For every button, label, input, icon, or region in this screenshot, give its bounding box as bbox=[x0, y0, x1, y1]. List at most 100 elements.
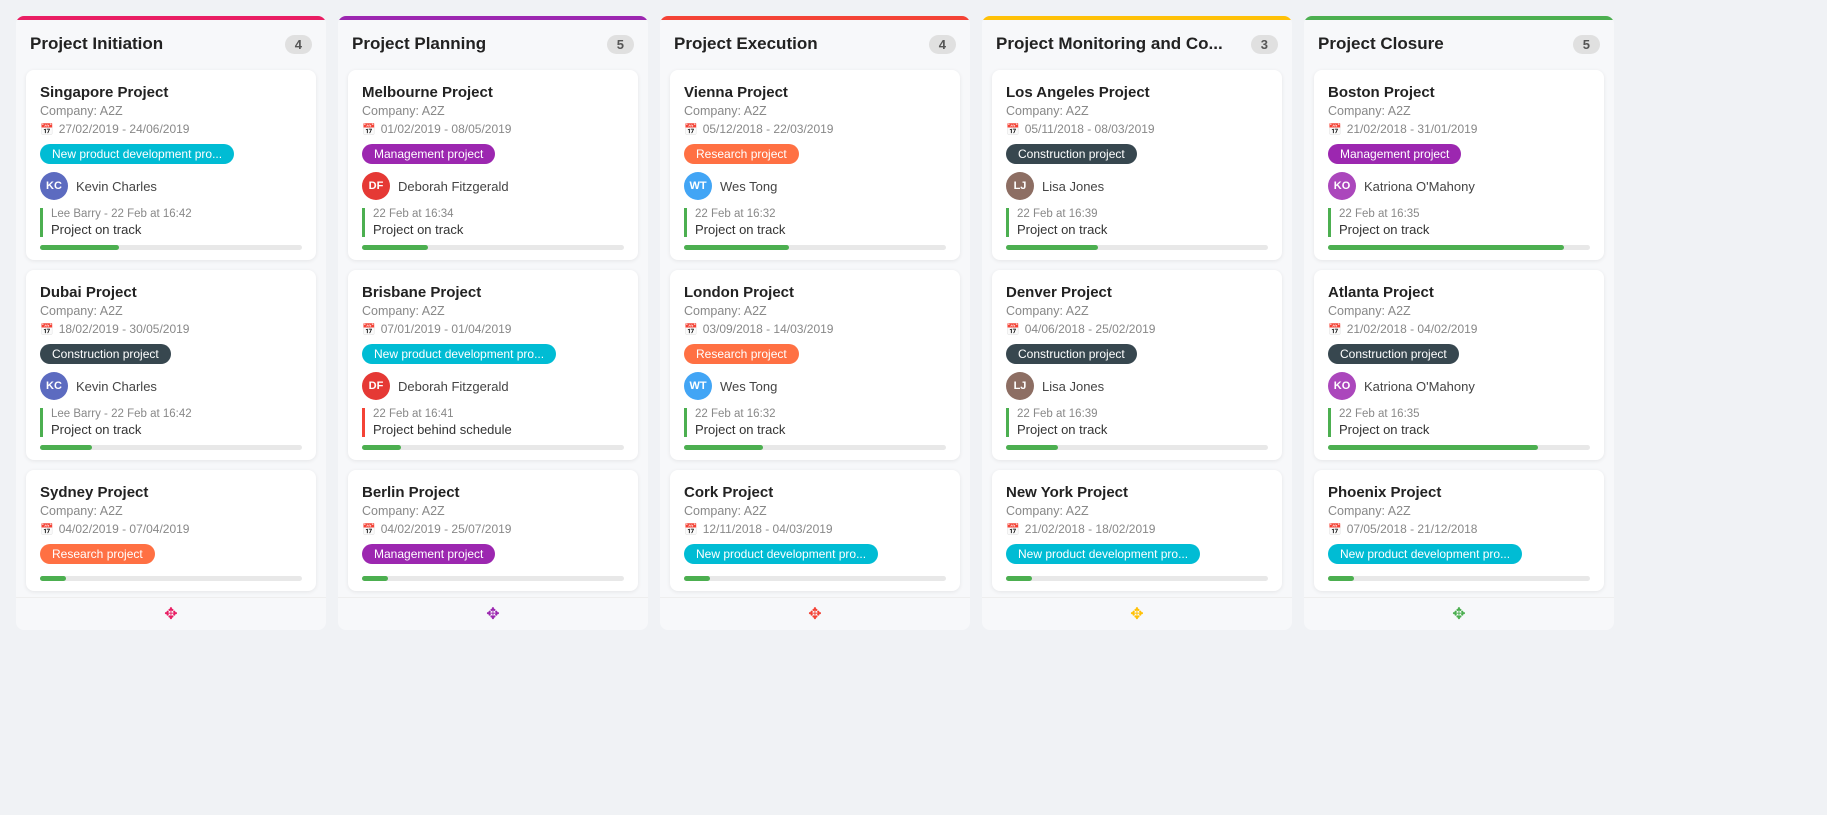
progress-bar-bg bbox=[1006, 576, 1268, 581]
comment-meta: 22 Feb at 16:39 bbox=[1017, 208, 1268, 220]
card-tag: New product development pro... bbox=[1006, 544, 1200, 564]
progress-bar-fill bbox=[362, 576, 388, 581]
calendar-icon: 📅 bbox=[684, 123, 698, 136]
move-icon[interactable]: ✥ bbox=[164, 604, 177, 624]
card[interactable]: Boston ProjectCompany: A2Z📅21/02/2018 - … bbox=[1314, 70, 1604, 260]
card-dates-text: 07/05/2018 - 21/12/2018 bbox=[1347, 522, 1478, 536]
assignee-name: Wes Tong bbox=[720, 379, 777, 394]
card[interactable]: Melbourne ProjectCompany: A2Z📅01/02/2019… bbox=[348, 70, 638, 260]
column-header: Project Planning5 bbox=[338, 20, 648, 64]
comment-meta: 22 Feb at 16:41 bbox=[373, 408, 624, 420]
card-dates-text: 27/02/2019 - 24/06/2019 bbox=[59, 122, 190, 136]
assignee-name: Deborah Fitzgerald bbox=[398, 379, 509, 394]
card[interactable]: Atlanta ProjectCompany: A2Z📅21/02/2018 -… bbox=[1314, 270, 1604, 460]
comment-text: Project on track bbox=[1017, 222, 1268, 237]
card-tag: Research project bbox=[684, 344, 799, 364]
card-tag: New product development pro... bbox=[1328, 544, 1522, 564]
card-dates: 📅21/02/2018 - 04/02/2019 bbox=[1328, 322, 1590, 336]
column-title: Project Closure bbox=[1318, 34, 1444, 54]
card-company: Company: A2Z bbox=[684, 104, 946, 118]
card-company: Company: A2Z bbox=[684, 304, 946, 318]
progress-bar-fill bbox=[1006, 445, 1058, 450]
card-dates: 📅01/02/2019 - 08/05/2019 bbox=[362, 122, 624, 136]
comment-text: Project on track bbox=[1339, 222, 1590, 237]
card-dates-text: 21/02/2018 - 31/01/2019 bbox=[1347, 122, 1478, 136]
calendar-icon: 📅 bbox=[1006, 323, 1020, 336]
column-closure: Project Closure5Boston ProjectCompany: A… bbox=[1304, 16, 1614, 630]
column-initiation: Project Initiation4Singapore ProjectComp… bbox=[16, 16, 326, 630]
column-footer: ✥ bbox=[982, 597, 1292, 630]
column-title: Project Monitoring and Co... bbox=[996, 34, 1223, 54]
assignee-row: DF Deborah Fitzgerald bbox=[362, 372, 624, 400]
card[interactable]: Berlin ProjectCompany: A2Z📅04/02/2019 - … bbox=[348, 470, 638, 591]
avatar: LJ bbox=[1006, 372, 1034, 400]
comment-meta: Lee Barry - 22 Feb at 16:42 bbox=[51, 208, 302, 220]
progress-bar-bg bbox=[1328, 245, 1590, 250]
move-icon[interactable]: ✥ bbox=[808, 604, 821, 624]
move-icon[interactable]: ✥ bbox=[1452, 604, 1465, 624]
cards-container[interactable]: Boston ProjectCompany: A2Z📅21/02/2018 - … bbox=[1304, 64, 1614, 597]
card[interactable]: Phoenix ProjectCompany: A2Z📅07/05/2018 -… bbox=[1314, 470, 1604, 591]
card[interactable]: Vienna ProjectCompany: A2Z📅05/12/2018 - … bbox=[670, 70, 960, 260]
card[interactable]: Brisbane ProjectCompany: A2Z📅07/01/2019 … bbox=[348, 270, 638, 460]
card[interactable]: Los Angeles ProjectCompany: A2Z📅05/11/20… bbox=[992, 70, 1282, 260]
comment-text: Project on track bbox=[1017, 422, 1268, 437]
card-dates: 📅27/02/2019 - 24/06/2019 bbox=[40, 122, 302, 136]
card-dates-text: 07/01/2019 - 01/04/2019 bbox=[381, 322, 512, 336]
comment-text: Project on track bbox=[51, 222, 302, 237]
assignee-name: Lisa Jones bbox=[1042, 179, 1104, 194]
column-count: 4 bbox=[285, 35, 312, 54]
comment-meta: 22 Feb at 16:32 bbox=[695, 408, 946, 420]
card-dates: 📅03/09/2018 - 14/03/2019 bbox=[684, 322, 946, 336]
progress-bar-fill bbox=[1328, 445, 1538, 450]
progress-bar-bg bbox=[40, 245, 302, 250]
card-company: Company: A2Z bbox=[40, 104, 302, 118]
card[interactable]: Singapore ProjectCompany: A2Z📅27/02/2019… bbox=[26, 70, 316, 260]
move-icon[interactable]: ✥ bbox=[486, 604, 499, 624]
progress-bar-fill bbox=[362, 445, 401, 450]
assignee-row: WTWes Tong bbox=[684, 372, 946, 400]
comment-text: Project on track bbox=[1339, 422, 1590, 437]
card-company: Company: A2Z bbox=[1006, 504, 1268, 518]
card-company: Company: A2Z bbox=[362, 504, 624, 518]
card-title: Sydney Project bbox=[40, 484, 302, 501]
card-company: Company: A2Z bbox=[1328, 104, 1590, 118]
progress-bar-fill bbox=[684, 576, 710, 581]
card[interactable]: London ProjectCompany: A2Z📅03/09/2018 - … bbox=[670, 270, 960, 460]
calendar-icon: 📅 bbox=[684, 323, 698, 336]
cards-container[interactable]: Singapore ProjectCompany: A2Z📅27/02/2019… bbox=[16, 64, 326, 597]
comment-section: 22 Feb at 16:35Project on track bbox=[1328, 208, 1590, 237]
comment-section: Lee Barry - 22 Feb at 16:42Project on tr… bbox=[40, 408, 302, 437]
avatar: DF bbox=[362, 372, 390, 400]
calendar-icon: 📅 bbox=[1006, 523, 1020, 536]
assignee-name: Wes Tong bbox=[720, 179, 777, 194]
assignee-row: DF Deborah Fitzgerald bbox=[362, 172, 624, 200]
avatar: KO bbox=[1328, 372, 1356, 400]
column-monitoring: Project Monitoring and Co...3 Los Angeles… bbox=[982, 16, 1292, 630]
avatar: DF bbox=[362, 172, 390, 200]
progress-bar-fill bbox=[362, 245, 428, 250]
card-tag: Construction project bbox=[40, 344, 171, 364]
move-icon[interactable]: ✥ bbox=[1130, 604, 1143, 624]
progress-bar-bg bbox=[1328, 445, 1590, 450]
calendar-icon: 📅 bbox=[1328, 123, 1342, 136]
card-company: Company: A2Z bbox=[1328, 304, 1590, 318]
cards-container[interactable]: Los Angeles ProjectCompany: A2Z📅05/11/20… bbox=[982, 64, 1292, 597]
calendar-icon: 📅 bbox=[362, 323, 376, 336]
card[interactable]: Denver ProjectCompany: A2Z📅04/06/2018 - … bbox=[992, 270, 1282, 460]
assignee-name: Kevin Charles bbox=[76, 179, 157, 194]
comment-text: Project on track bbox=[373, 222, 624, 237]
column-header: Project Monitoring and Co...3 bbox=[982, 20, 1292, 64]
column-planning: Project Planning5 Melbourne ProjectCompan… bbox=[338, 16, 648, 630]
column-execution: Project Execution4Vienna ProjectCompany:… bbox=[660, 16, 970, 630]
assignee-row: KOKatriona O'Mahony bbox=[1328, 172, 1590, 200]
card[interactable]: Sydney ProjectCompany: A2Z📅04/02/2019 - … bbox=[26, 470, 316, 591]
card-title: Phoenix Project bbox=[1328, 484, 1590, 501]
card[interactable]: Cork ProjectCompany: A2Z📅12/11/2018 - 04… bbox=[670, 470, 960, 591]
cards-container[interactable]: Melbourne ProjectCompany: A2Z📅01/02/2019… bbox=[338, 64, 648, 597]
comment-meta: Lee Barry - 22 Feb at 16:42 bbox=[51, 408, 302, 420]
card[interactable]: Dubai ProjectCompany: A2Z📅18/02/2019 - 3… bbox=[26, 270, 316, 460]
card[interactable]: New York ProjectCompany: A2Z📅21/02/2018 … bbox=[992, 470, 1282, 591]
cards-container[interactable]: Vienna ProjectCompany: A2Z📅05/12/2018 - … bbox=[660, 64, 970, 597]
assignee-name: Deborah Fitzgerald bbox=[398, 179, 509, 194]
